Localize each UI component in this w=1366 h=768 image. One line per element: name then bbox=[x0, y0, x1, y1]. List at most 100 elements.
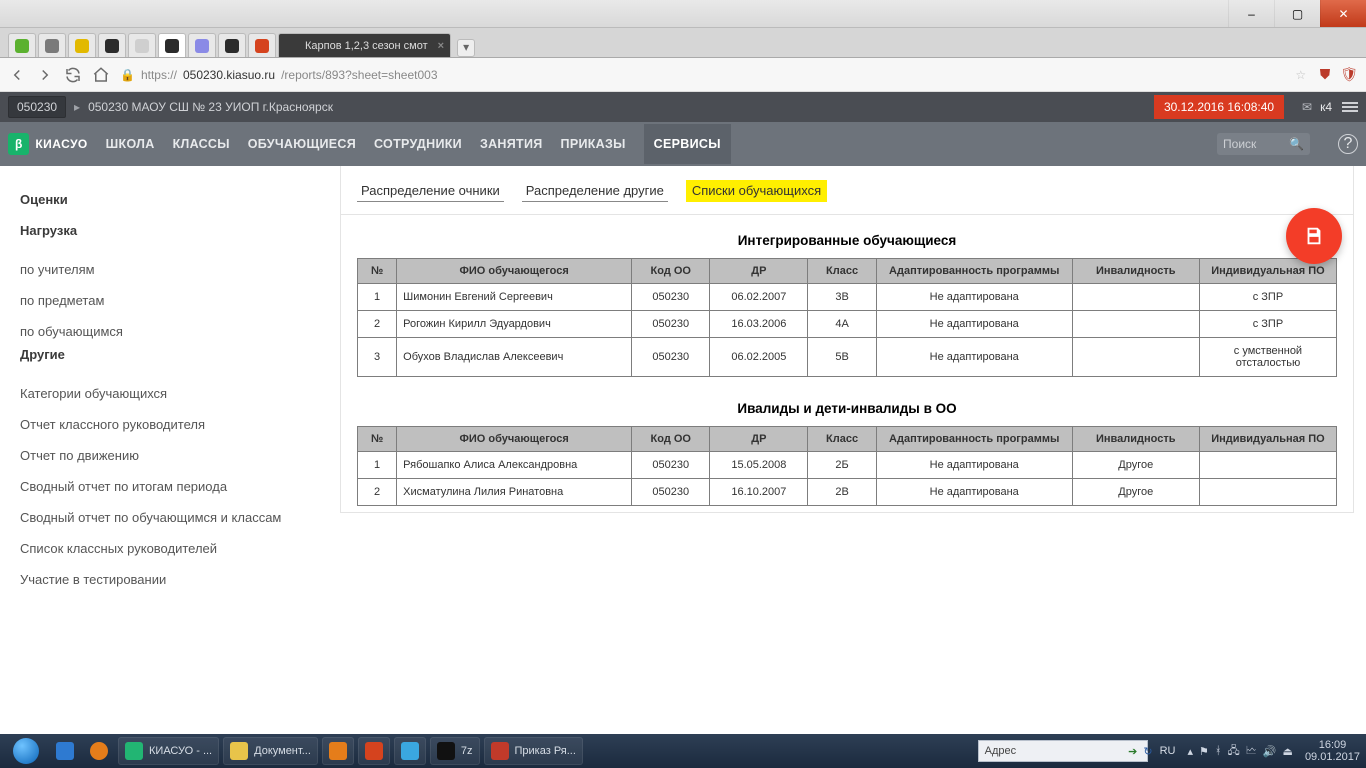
sidebar-item[interactable]: Отчет классного руководителя bbox=[20, 409, 320, 440]
browser-tab-strip: Карпов 1,2,3 сезон смот× ▾ bbox=[0, 28, 1366, 58]
sidebar-item[interactable]: по предметам bbox=[20, 285, 320, 316]
tray-volume-icon[interactable]: 🔊 bbox=[1263, 745, 1277, 758]
taskbar-app[interactable]: Документ... bbox=[223, 737, 318, 765]
lock-icon: 🔒 bbox=[120, 68, 135, 82]
start-button[interactable] bbox=[6, 737, 46, 765]
brand-name: КИАСУО bbox=[35, 137, 87, 151]
new-tab-button[interactable]: ▾ bbox=[457, 39, 475, 57]
browser-tab[interactable]: Карпов 1,2,3 сезон смот× bbox=[278, 33, 451, 57]
browser-tab[interactable] bbox=[38, 33, 66, 57]
table-cell: Не адаптирована bbox=[876, 311, 1072, 338]
search-input[interactable] bbox=[1223, 137, 1283, 151]
adblock-icon[interactable]: ⛊ bbox=[1320, 66, 1331, 83]
tab-close-icon[interactable]: × bbox=[438, 40, 444, 52]
back-button[interactable] bbox=[8, 66, 26, 84]
go-icon[interactable]: ➔ bbox=[1128, 745, 1137, 758]
tab-favicon bbox=[15, 39, 29, 53]
taskbar-app[interactable] bbox=[394, 737, 426, 765]
nav-item-обучающиеся[interactable]: ОБУЧАЮЩИЕСЯ bbox=[248, 137, 356, 151]
browser-tab[interactable] bbox=[98, 33, 126, 57]
sidebar-item[interactable]: Сводный отчет по обучающимся и классам bbox=[20, 502, 320, 533]
taskbar-pin-firefox[interactable] bbox=[84, 737, 114, 765]
taskbar-app[interactable]: 7z bbox=[430, 737, 480, 765]
nav-item-классы[interactable]: КЛАССЫ bbox=[173, 137, 230, 151]
browser-tab[interactable] bbox=[248, 33, 276, 57]
browser-tab[interactable] bbox=[188, 33, 216, 57]
nav-item-приказы[interactable]: ПРИКАЗЫ bbox=[561, 137, 626, 151]
nav-item-занятия[interactable]: ЗАНЯТИЯ bbox=[480, 137, 543, 151]
lang-indicator[interactable]: RU bbox=[1160, 745, 1176, 757]
user-label[interactable]: к4 bbox=[1320, 100, 1332, 114]
app-breadcrumb-bar: 050230 ▸ 050230 МАОУ СШ № 23 УИОП г.Крас… bbox=[0, 92, 1366, 122]
shield-icon[interactable]: 🛡 bbox=[1340, 66, 1358, 83]
taskbar-app[interactable]: КИАСУО - ... bbox=[118, 737, 219, 765]
home-button[interactable] bbox=[92, 66, 110, 84]
sidebar-item[interactable]: Категории обучающихся bbox=[20, 378, 320, 409]
tray-battery-icon[interactable]: 🗠 bbox=[1246, 742, 1257, 761]
content-area: Распределение очники Распределение другие… bbox=[340, 166, 1366, 734]
browser-tab[interactable] bbox=[8, 33, 36, 57]
save-fab[interactable] bbox=[1286, 208, 1342, 264]
app-icon bbox=[230, 742, 248, 760]
nav-item-сервисы[interactable]: СЕРВИСЫ bbox=[644, 124, 731, 164]
address-input[interactable] bbox=[1022, 745, 1122, 757]
report-tab[interactable]: Распределение другие bbox=[522, 180, 668, 202]
nav-item-школа[interactable]: ШКОЛА bbox=[106, 137, 155, 151]
browser-tab[interactable] bbox=[128, 33, 156, 57]
sidebar-item[interactable]: Список классных руководителей bbox=[20, 533, 320, 564]
tab-favicon bbox=[285, 39, 299, 53]
tray-clock[interactable]: 16:09 09.01.2017 bbox=[1305, 739, 1360, 763]
mail-icon[interactable]: ✉ bbox=[1294, 100, 1320, 114]
help-icon[interactable]: ? bbox=[1338, 134, 1358, 154]
timestamp-badge: 30.12.2016 16:08:40 bbox=[1154, 95, 1284, 119]
forward-button[interactable] bbox=[36, 66, 54, 84]
reload-button[interactable] bbox=[64, 66, 82, 84]
table-cell: 06.02.2005 bbox=[710, 338, 808, 377]
taskbar-pin-ie[interactable] bbox=[50, 737, 80, 765]
system-tray[interactable]: ▴ ⚑ ᚼ 🖧 🗠 🔊 ⏏ 16:09 09.01.2017 bbox=[1188, 739, 1361, 763]
table-cell: с умственной отсталостью bbox=[1199, 338, 1336, 377]
bookmark-button[interactable]: ☆ bbox=[1292, 66, 1310, 84]
sidebar-item[interactable]: по обучающимся bbox=[20, 316, 320, 347]
report-tab[interactable]: Распределение очники bbox=[357, 180, 504, 202]
tab-favicon bbox=[45, 39, 59, 53]
table-cell: 050230 bbox=[632, 338, 710, 377]
nav-item-сотрудники[interactable]: СОТРУДНИКИ bbox=[374, 137, 462, 151]
desktop-address-toolbar[interactable]: Адрес ➔ ↻ bbox=[978, 740, 1148, 762]
brand[interactable]: β КИАСУО bbox=[8, 133, 88, 155]
browser-tab[interactable] bbox=[158, 33, 186, 57]
sidebar-item[interactable]: Участие в тестировании bbox=[20, 564, 320, 595]
refresh-icon[interactable]: ↻ bbox=[1143, 745, 1152, 758]
taskbar-app[interactable]: Приказ Ря... bbox=[484, 737, 583, 765]
menu-icon[interactable] bbox=[1342, 102, 1358, 112]
table-cell: Другое bbox=[1072, 479, 1199, 506]
sidebar-section-title: Нагрузка bbox=[20, 223, 320, 238]
sidebar-item[interactable]: Отчет по движению bbox=[20, 440, 320, 471]
floppy-icon bbox=[1303, 225, 1325, 247]
table-cell: Обухов Владислав Алексеевич bbox=[397, 338, 632, 377]
browser-tab[interactable] bbox=[218, 33, 246, 57]
sidebar-item[interactable]: по учителям bbox=[20, 254, 320, 285]
sidebar-item[interactable]: Сводный отчет по итогам периода bbox=[20, 471, 320, 502]
app-label: 7z bbox=[461, 745, 473, 757]
tray-more-icon[interactable]: ⏏ bbox=[1283, 745, 1293, 758]
tray-network-icon[interactable]: 🖧 bbox=[1228, 742, 1240, 761]
tray-action-center-icon[interactable]: ⚑ bbox=[1199, 745, 1209, 758]
window-minimize-button[interactable]: – bbox=[1228, 0, 1274, 27]
site-search[interactable]: 🔍 bbox=[1217, 133, 1310, 155]
table-cell: 2 bbox=[358, 311, 397, 338]
address-bar[interactable]: 🔒 https://050230.kiasuo.ru/reports/893?s… bbox=[120, 68, 1282, 82]
tray-chevron-icon[interactable]: ▴ bbox=[1188, 745, 1194, 758]
org-code-chip[interactable]: 050230 bbox=[8, 96, 66, 118]
tray-bluetooth-icon[interactable]: ᚼ bbox=[1215, 745, 1222, 757]
browser-tab[interactable] bbox=[68, 33, 96, 57]
table-cell: 1 bbox=[358, 284, 397, 311]
taskbar-app[interactable] bbox=[358, 737, 390, 765]
report-tab[interactable]: Списки обучающихся bbox=[686, 180, 827, 202]
breadcrumb-text: 050230 МАОУ СШ № 23 УИОП г.Красноярск bbox=[88, 100, 1154, 114]
column-header: № bbox=[358, 427, 397, 452]
taskbar-app[interactable] bbox=[322, 737, 354, 765]
window-close-button[interactable]: ✕ bbox=[1320, 0, 1366, 27]
window-maximize-button[interactable]: ▢ bbox=[1274, 0, 1320, 27]
search-icon[interactable]: 🔍 bbox=[1289, 137, 1304, 151]
